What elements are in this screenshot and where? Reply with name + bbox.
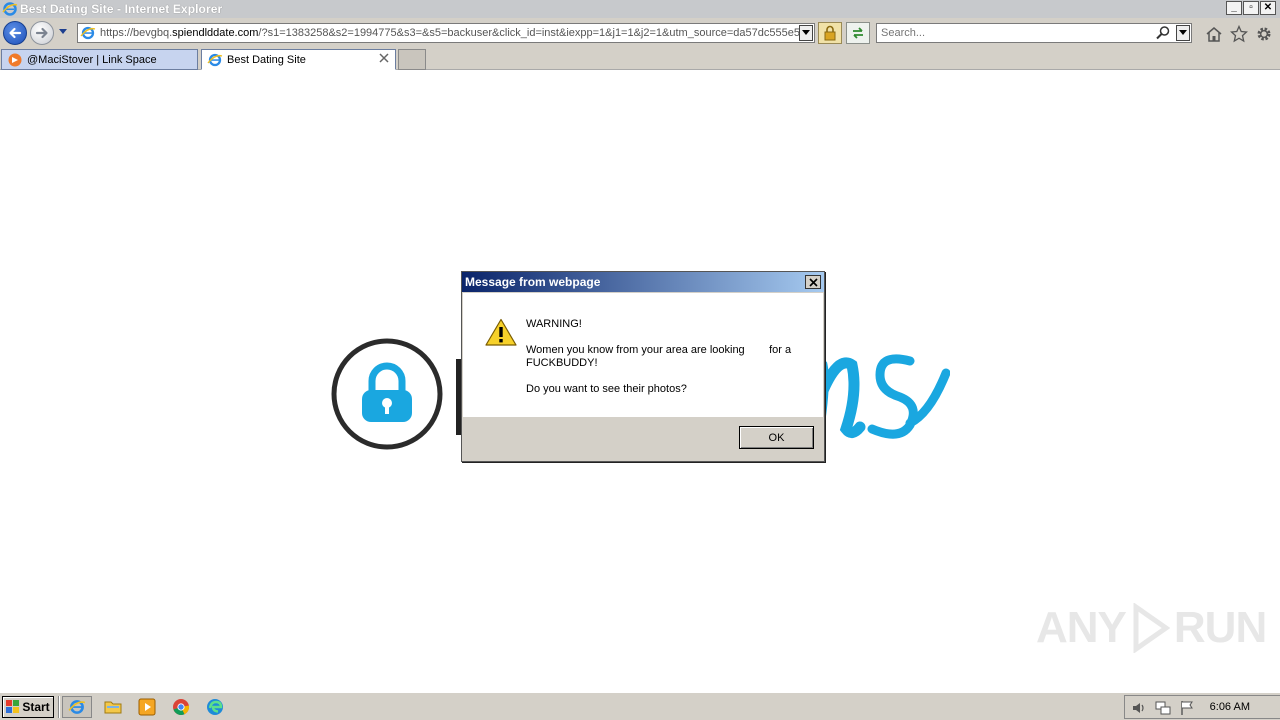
minimize-button[interactable]: _ xyxy=(1226,1,1242,15)
back-button[interactable] xyxy=(3,21,27,45)
arrow-right-icon xyxy=(35,27,48,39)
dialog-message: WARNING! Women you know from your area a… xyxy=(526,318,806,409)
dialog-body: WARNING! Women you know from your area a… xyxy=(463,293,823,417)
ie-logo-icon xyxy=(2,2,18,16)
padlock-icon xyxy=(824,25,836,41)
address-bar[interactable]: https://bevgbq.spiendlddate.com/?s1=1383… xyxy=(77,23,815,43)
navigation-bar: https://bevgbq.spiendlddate.com/?s1=1383… xyxy=(0,18,1280,48)
window-titlebar[interactable]: Best Dating Site - Internet Explorer _ ▫… xyxy=(0,0,1280,18)
close-icon xyxy=(808,277,818,287)
taskbar-media-player-button[interactable] xyxy=(132,696,162,718)
restore-button[interactable]: ▫ xyxy=(1243,1,1259,15)
alert-dialog: Message from webpage WARNING! Women you … xyxy=(461,271,825,462)
gear-icon[interactable] xyxy=(1255,25,1273,43)
system-tray: 6:06 AM xyxy=(1124,695,1280,719)
windows-logo-icon xyxy=(6,700,20,713)
brand-lock-logo-icon xyxy=(331,338,443,450)
arrow-left-icon xyxy=(9,27,22,39)
ie-page-icon xyxy=(207,53,223,66)
window-controls: _ ▫ ✕ xyxy=(1226,1,1276,15)
tab-label: Best Dating Site xyxy=(227,53,306,66)
clock[interactable]: 6:06 AM xyxy=(1210,701,1250,713)
taskbar-chrome-button[interactable] xyxy=(166,696,196,718)
close-window-button[interactable]: ✕ xyxy=(1260,1,1276,15)
taskbar-separator xyxy=(58,696,60,718)
watermark-text-right: RUN xyxy=(1173,603,1267,652)
start-label: Start xyxy=(22,700,50,714)
action-center-flag-icon[interactable] xyxy=(1179,700,1195,716)
search-input[interactable] xyxy=(877,24,1147,42)
dialog-title: Message from webpage xyxy=(465,275,601,289)
volume-icon[interactable] xyxy=(1131,700,1147,716)
refresh-arrows-icon xyxy=(853,27,863,39)
page-ie-icon xyxy=(80,26,96,40)
dialog-line-warning: WARNING! xyxy=(526,318,582,330)
chevron-down-icon xyxy=(1179,30,1187,35)
chevron-down-icon xyxy=(802,30,810,35)
window-title: Best Dating Site - Internet Explorer xyxy=(20,2,223,16)
dialog-close-button[interactable] xyxy=(805,275,821,289)
tab-label: @MaciStover | Link Space xyxy=(27,53,157,66)
ok-button[interactable]: OK xyxy=(739,426,814,449)
taskbar-explorer-button[interactable] xyxy=(98,696,128,718)
dialog-line-question: Do you want to see their photos? xyxy=(526,383,687,395)
site-favicon-icon xyxy=(8,53,22,66)
play-triangle-icon xyxy=(1133,603,1170,653)
search-box[interactable] xyxy=(876,23,1192,43)
edge-icon xyxy=(207,699,223,715)
security-lock-button[interactable] xyxy=(818,22,842,44)
forward-button[interactable] xyxy=(30,21,54,45)
close-tab-icon[interactable] xyxy=(379,53,389,63)
watermark-text-left: ANY xyxy=(1036,603,1127,652)
search-icon[interactable] xyxy=(1155,25,1171,41)
warning-icon xyxy=(485,318,517,346)
taskbar: Start 6:06 AM xyxy=(0,692,1280,720)
ie-logo-icon xyxy=(68,700,86,714)
new-tab-button[interactable] xyxy=(398,49,426,70)
url-prefix: https://bevgbq. xyxy=(100,27,173,39)
start-button[interactable]: Start xyxy=(2,696,54,718)
folder-icon xyxy=(104,701,122,714)
taskbar-edge-button[interactable] xyxy=(200,696,230,718)
history-dropdown-icon[interactable] xyxy=(58,28,68,36)
tab-best-dating-site[interactable]: Best Dating Site xyxy=(201,49,396,70)
url-path: /?s1=1383258&s2=1994775&s3=&s5=backuser&… xyxy=(258,27,800,39)
dialog-line-body: Women you know from your area are lookin… xyxy=(526,344,795,369)
url-text[interactable]: https://bevgbq.spiendlddate.com/?s1=1383… xyxy=(100,27,800,39)
search-provider-dropdown[interactable] xyxy=(1176,25,1190,41)
media-player-icon xyxy=(138,698,156,716)
refresh-button[interactable] xyxy=(846,22,870,44)
dialog-titlebar[interactable]: Message from webpage xyxy=(462,272,824,292)
home-icon[interactable] xyxy=(1205,26,1223,42)
network-icon[interactable] xyxy=(1155,700,1171,716)
chrome-icon xyxy=(173,699,190,715)
favorites-star-icon[interactable] xyxy=(1230,25,1248,43)
anyrun-watermark: ANY RUN xyxy=(1036,603,1267,653)
taskbar-ie-button[interactable] xyxy=(62,696,92,718)
tab-bar: @MaciStover | Link Space Best Dating Sit… xyxy=(0,48,1280,70)
tab-link-space[interactable]: @MaciStover | Link Space xyxy=(1,49,198,70)
url-domain: spiendlddate.com xyxy=(172,27,259,39)
address-dropdown-button[interactable] xyxy=(799,25,813,41)
